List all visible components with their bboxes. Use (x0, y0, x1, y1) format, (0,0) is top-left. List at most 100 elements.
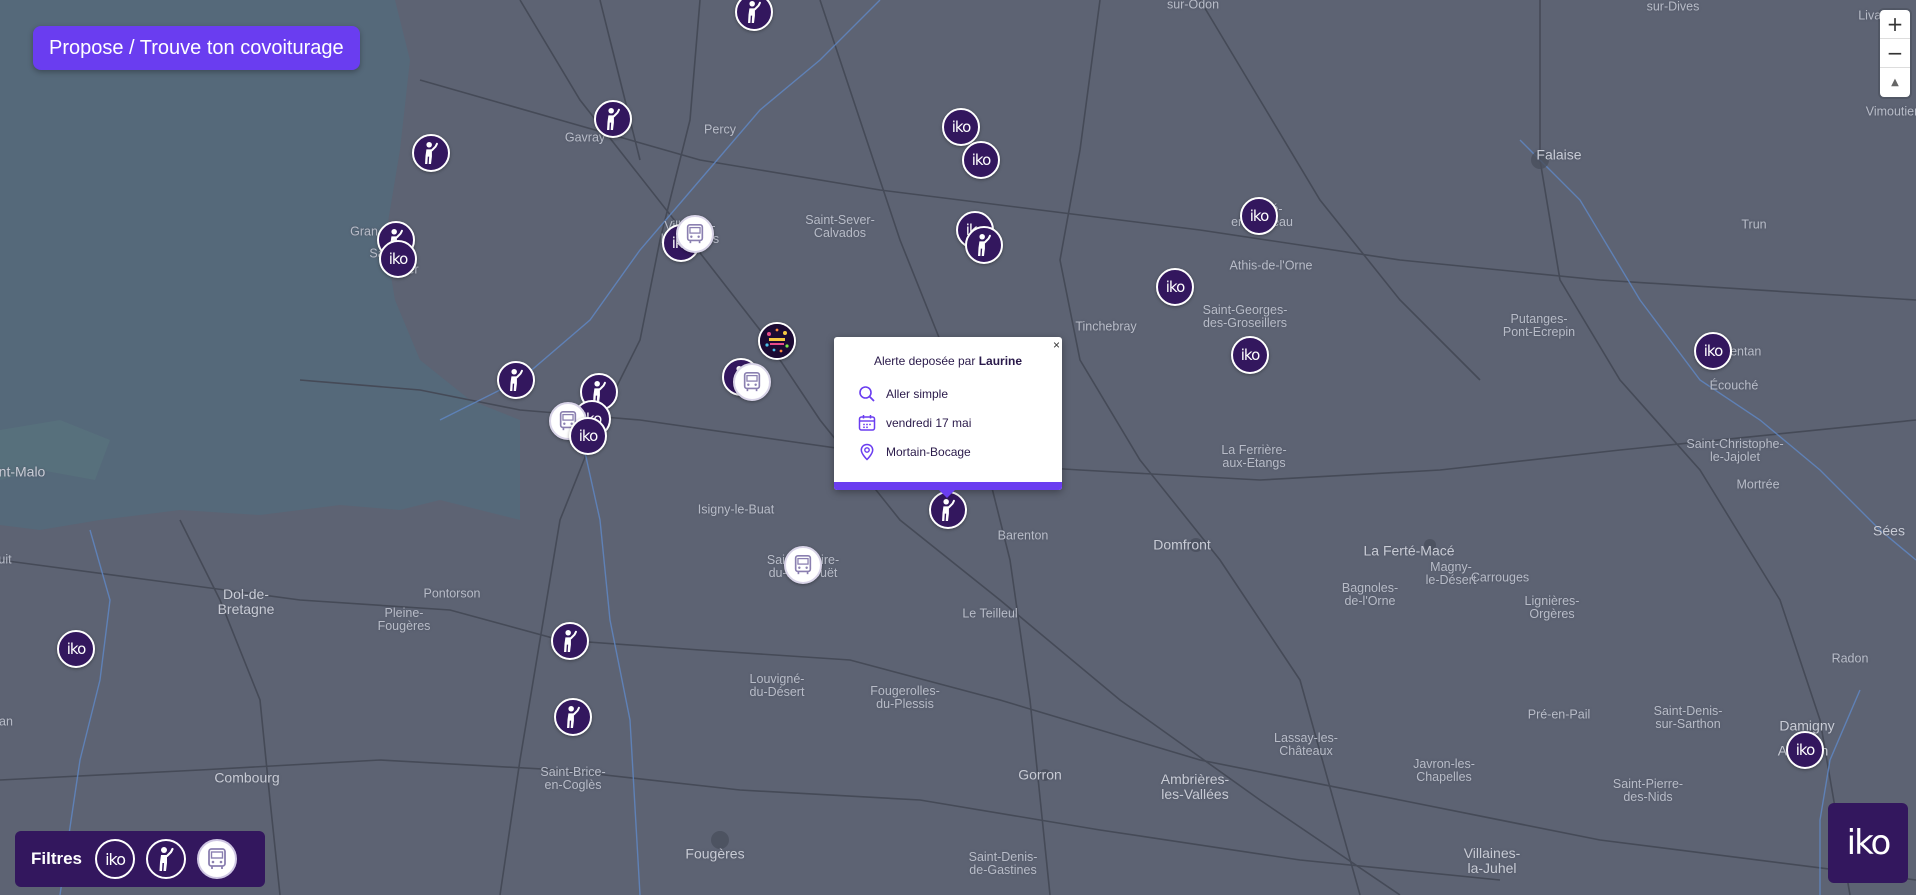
iko-logo-icon: iko (1240, 346, 1260, 364)
filter-bus-button[interactable] (197, 839, 238, 879)
iko-marker[interactable]: iko (1231, 336, 1269, 374)
bus-icon (741, 371, 763, 393)
reset-bearing-button[interactable]: ▲ (1880, 68, 1910, 97)
iko-logo-icon: iko (1795, 741, 1815, 759)
popup-place: Mortain-Bocage (886, 445, 971, 459)
event-badge-icon (759, 323, 795, 359)
hitchhiker-marker[interactable] (965, 226, 1003, 264)
popup-date-row: vendredi 17 mai (858, 414, 971, 432)
place-label: Saint-Brice- en-Coglès (540, 765, 606, 792)
place-label: sur-Odon (1166, 0, 1220, 12)
iko-marker[interactable]: iko (57, 630, 95, 668)
iko-logo-icon: iko (578, 427, 598, 445)
place-label: Saint-Pierre- des-Nids (1612, 777, 1684, 804)
filter-hitchhiker-button[interactable] (146, 839, 187, 879)
place-label: Falaise (1536, 146, 1582, 163)
place-label: nt-Malo (0, 463, 46, 480)
iko-logo[interactable]: iko (1828, 803, 1908, 883)
iko-marker[interactable]: iko (962, 141, 1000, 179)
filters-label: Filtres (31, 849, 83, 868)
iko-marker[interactable]: iko (942, 108, 980, 146)
place-label: Saint-Sever- Calvados (805, 213, 875, 240)
zoom-out-button[interactable]: − (1880, 39, 1910, 68)
location-pin-icon (860, 443, 874, 461)
hitchhiker-icon (505, 368, 527, 392)
alert-popup: × Alerte deposée par Laurine Aller simpl… (834, 337, 1062, 498)
hitchhiker-marker[interactable] (497, 361, 535, 399)
place-label: Bagnoles- de-l'Orne (1341, 581, 1399, 608)
popup-title-prefix: Alerte deposée par (873, 354, 976, 368)
place-label: sur-Dives (1646, 0, 1700, 14)
place-label: Fougères (685, 845, 745, 862)
place-label: Fougerolles- du-Plessis (870, 684, 940, 711)
place-label: Saint-Denis- sur-Sarthon (1653, 704, 1723, 731)
popup-close-button[interactable]: × (1053, 338, 1060, 352)
filter-iko-button[interactable]: iko (95, 839, 136, 879)
search-icon (859, 386, 875, 402)
place-label: Domfront (1153, 536, 1211, 553)
place-label: Lassay-les- Châteaux (1274, 731, 1338, 758)
filters-panel: Filtres iko (15, 831, 265, 887)
iko-marker[interactable]: iko (1786, 731, 1824, 769)
place-label: Villaines- la-Juhel (1463, 845, 1521, 876)
place-label: Le Teilleul (962, 606, 1018, 621)
place-label: Ambrières- les-Vallées (1160, 771, 1230, 802)
hitchhiker-icon (159, 847, 174, 871)
place-label: Mortrée (1736, 477, 1780, 492)
place-label: Saint-Denis- de-Gastines (968, 850, 1038, 877)
calendar-icon (858, 415, 876, 431)
place-label: Dol-de- Bretagne (217, 586, 275, 617)
hitchhiker-marker[interactable] (594, 100, 632, 138)
bus-marker[interactable] (733, 363, 771, 401)
iko-logo-icon: iko (971, 151, 991, 169)
place-label: Écouché (1709, 378, 1759, 393)
hitchhiker-marker[interactable] (412, 134, 450, 172)
iko-logo-icon: iko (1165, 278, 1185, 296)
place-label: Pré-en-Pail (1527, 707, 1591, 722)
iko-logo-icon: iko (1703, 342, 1723, 360)
iko-logo-icon: iko (66, 640, 86, 658)
iko-logo-icon: iko (1249, 207, 1269, 225)
popup-title: Alerte deposée par Laurine (834, 354, 1062, 368)
place-label: Louvigné- du-Désert (749, 672, 805, 699)
bus-marker[interactable] (784, 546, 822, 584)
place-label: Trun (1741, 217, 1767, 232)
hitchhiker-icon (973, 233, 995, 257)
place-label: Vimoutier (1865, 104, 1916, 119)
popup-trip-type: Aller simple (886, 387, 949, 401)
iko-marker[interactable]: iko (1694, 332, 1732, 370)
popup-date: vendredi 17 mai (886, 416, 972, 430)
place-label: La Ferté-Macé (1363, 542, 1455, 559)
place-label: Saint-Georges- des-Groseillers (1202, 303, 1288, 330)
place-label: La Ferrière- aux-Etangs (1221, 443, 1287, 470)
place-label: Gavray (564, 130, 606, 145)
iko-marker[interactable]: iko (1156, 268, 1194, 306)
popup-trip-row: Aller simple (858, 385, 948, 403)
place-label: Putanges- Pont-Ecrepin (1502, 312, 1576, 339)
place-label: Combourg (214, 769, 280, 786)
iko-marker[interactable]: iko (1240, 197, 1278, 235)
iko-marker[interactable]: iko (569, 417, 607, 455)
place-label: Javron-les- Chapelles (1413, 757, 1475, 784)
zoom-controls: + − ▲ (1880, 10, 1910, 97)
iko-logo-icon: iko (951, 118, 971, 136)
hitchhiker-icon (420, 141, 442, 165)
hitchhiker-icon (559, 629, 581, 653)
event-marker[interactable] (758, 322, 796, 360)
place-label: Athis-de-l'Orne (1229, 258, 1313, 273)
hitchhiker-marker[interactable] (554, 698, 592, 736)
hitchhiker-icon (562, 705, 584, 729)
hitchhiker-marker[interactable] (551, 622, 589, 660)
bus-marker[interactable] (676, 215, 714, 253)
popup-author: Laurine (978, 354, 1023, 368)
place-label: Magny- le-Désert (1425, 560, 1477, 587)
zoom-in-button[interactable]: + (1880, 10, 1910, 39)
place-label: Tinchebray (1075, 319, 1137, 334)
place-label: Pleine- Fougères (377, 606, 431, 633)
place-label: Sées (1873, 522, 1905, 539)
place-label: Carrouges (1470, 570, 1530, 585)
iko-marker[interactable]: iko (379, 240, 417, 278)
bus-icon (684, 223, 706, 245)
place-label: Gran (350, 224, 378, 239)
propose-find-carpool-button[interactable]: Propose / Trouve ton covoiturage (33, 26, 360, 70)
